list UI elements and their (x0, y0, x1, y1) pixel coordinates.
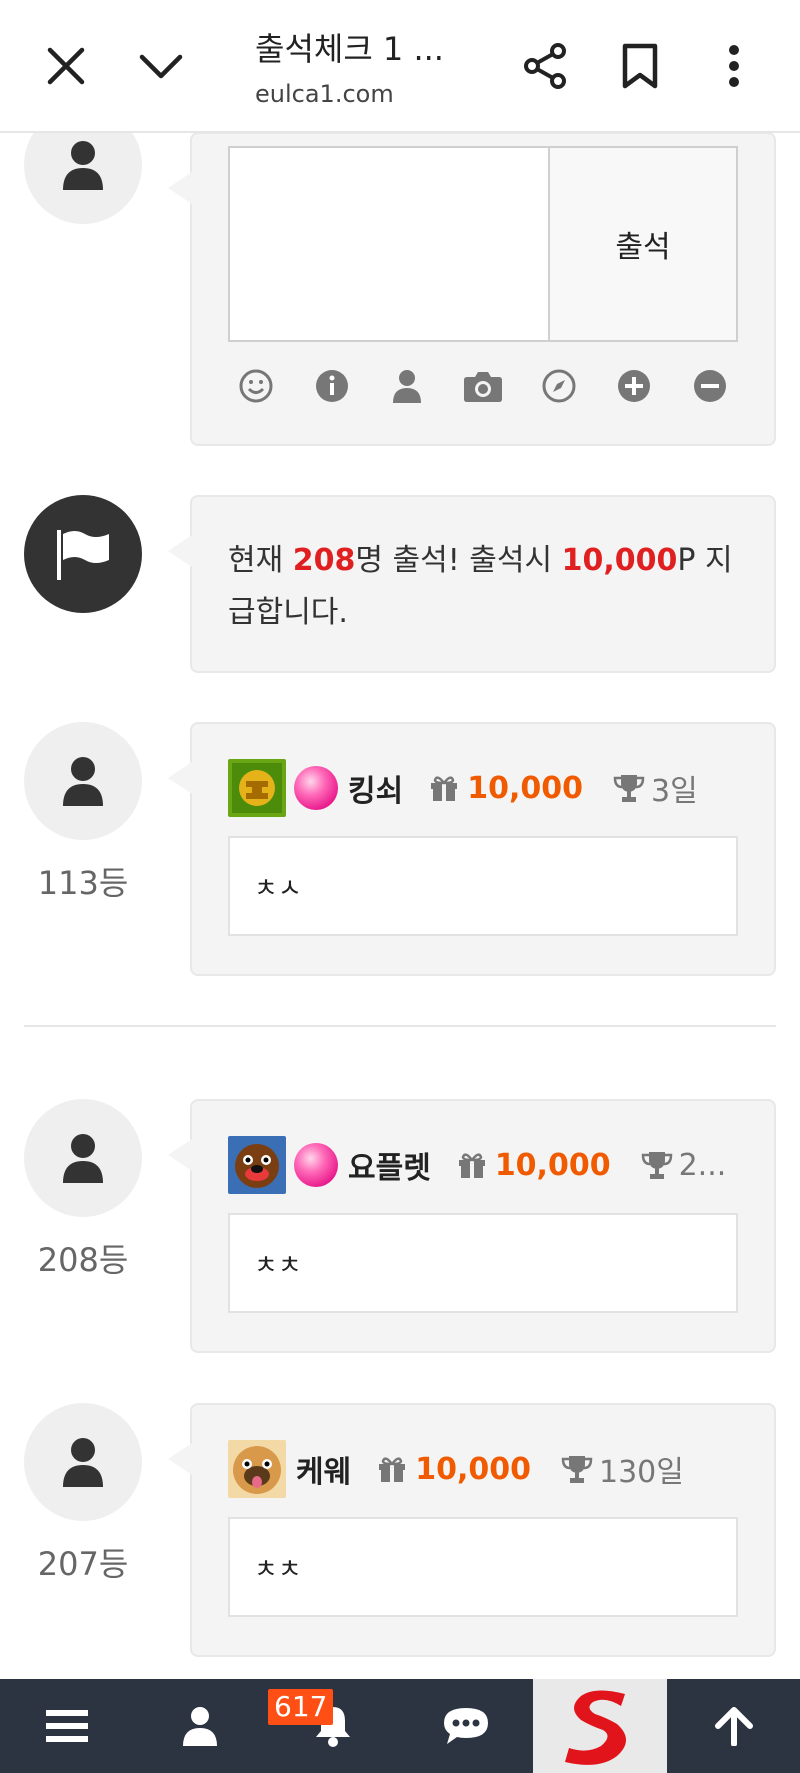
user-profile-image[interactable] (228, 1440, 286, 1498)
notice-bubble: 현재 208명 출석! 출석시 10,000P 지급합니다. (168, 495, 776, 673)
gift-icon (431, 776, 458, 801)
user-profile-image[interactable] (228, 759, 286, 817)
attendance-entry: 킹쇠 10,000 3일 ㅊㅅ (168, 722, 776, 976)
user-icon (63, 1438, 103, 1487)
chevron-down-icon[interactable] (131, 36, 191, 96)
minus-circle-icon[interactable] (690, 366, 730, 406)
bottom-nav (0, 1679, 800, 1773)
user-profile-image[interactable] (228, 1136, 286, 1194)
entry-header: 킹쇠 10,000 3일 (228, 758, 698, 818)
entry-points: 10,000 (457, 1148, 611, 1183)
attendance-form: 출석 (168, 132, 776, 446)
emoji-icon[interactable] (236, 366, 276, 406)
notice-text: 현재 208명 출석! 출석시 10,000P 지급합니다. (228, 543, 733, 630)
bookmark-icon[interactable] (610, 36, 670, 96)
info-icon[interactable] (312, 366, 352, 406)
entry-avatar (24, 1403, 142, 1521)
entry-rank: 113등 (37, 864, 129, 902)
level-badge-icon (294, 1143, 338, 1187)
trophy-icon (641, 1152, 672, 1179)
entry-comment: ㅊㅅ (228, 836, 738, 936)
plus-circle-icon[interactable] (614, 366, 654, 406)
notice-avatar (24, 495, 142, 613)
attendance-entry: 케웨 10,000 130일 ㅊㅊ (168, 1403, 776, 1657)
browser-toolbar: 출석체크 1 ... eulca1.com (0, 0, 800, 133)
entry-points: 10,000 (429, 771, 583, 806)
flag-icon (57, 530, 109, 580)
entry-nickname[interactable]: 킹쇠 (348, 766, 403, 810)
entry-streak: 130일 (561, 1447, 684, 1491)
entry-streak: 2... (641, 1148, 726, 1183)
page-url[interactable]: eulca1.com (255, 80, 394, 108)
entry-avatar (24, 722, 142, 840)
attend-button[interactable]: 출석 (548, 146, 738, 342)
camera-icon[interactable] (463, 366, 503, 406)
site-logo[interactable] (533, 1679, 667, 1773)
menu-icon[interactable] (0, 1679, 133, 1773)
trophy-icon (561, 1456, 593, 1483)
entry-header: 케웨 10,000 130일 (228, 1439, 684, 1499)
compass-icon[interactable] (539, 366, 579, 406)
entry-rank: 207등 (37, 1545, 129, 1583)
user-icon (63, 757, 103, 806)
section-divider (24, 1025, 776, 1027)
notification-badge: 617 (268, 1689, 334, 1725)
close-icon[interactable] (36, 36, 96, 96)
user-icon (63, 1134, 103, 1183)
chat-icon[interactable] (399, 1679, 532, 1773)
share-icon[interactable] (515, 36, 575, 96)
entry-nickname[interactable]: 케웨 (296, 1447, 351, 1491)
attendance-page: 출석 현재 208명 출석! 출석시 10,000P 지급합니다. 113등 킹… (0, 0, 800, 1773)
gift-icon (379, 1457, 406, 1482)
attendee-count: 208 (292, 543, 356, 578)
trophy-icon (613, 775, 645, 802)
form-toolbar (228, 366, 738, 406)
level-badge-icon (294, 766, 338, 810)
entry-comment: ㅊㅊ (228, 1213, 738, 1313)
user-icon (63, 141, 103, 190)
entry-points: 10,000 (377, 1452, 531, 1487)
entry-header: 요플렛 10,000 2... (228, 1135, 726, 1195)
user-icon[interactable] (387, 366, 427, 406)
entry-rank: 208등 (37, 1241, 129, 1279)
entry-comment: ㅊㅊ (228, 1517, 738, 1617)
reward-points: 10,000 (561, 543, 678, 578)
entry-streak: 3일 (613, 766, 698, 810)
user-icon[interactable] (133, 1679, 266, 1773)
arrow-up-icon[interactable] (667, 1679, 800, 1773)
comment-input[interactable] (228, 146, 548, 342)
gift-icon (458, 1153, 485, 1178)
more-vert-icon[interactable] (704, 36, 764, 96)
entry-nickname[interactable]: 요플렛 (348, 1143, 431, 1187)
attendance-entry: 요플렛 10,000 2... ㅊㅊ (168, 1099, 776, 1353)
entry-avatar (24, 1099, 142, 1217)
page-title: 출석체크 1 ... (255, 30, 444, 68)
